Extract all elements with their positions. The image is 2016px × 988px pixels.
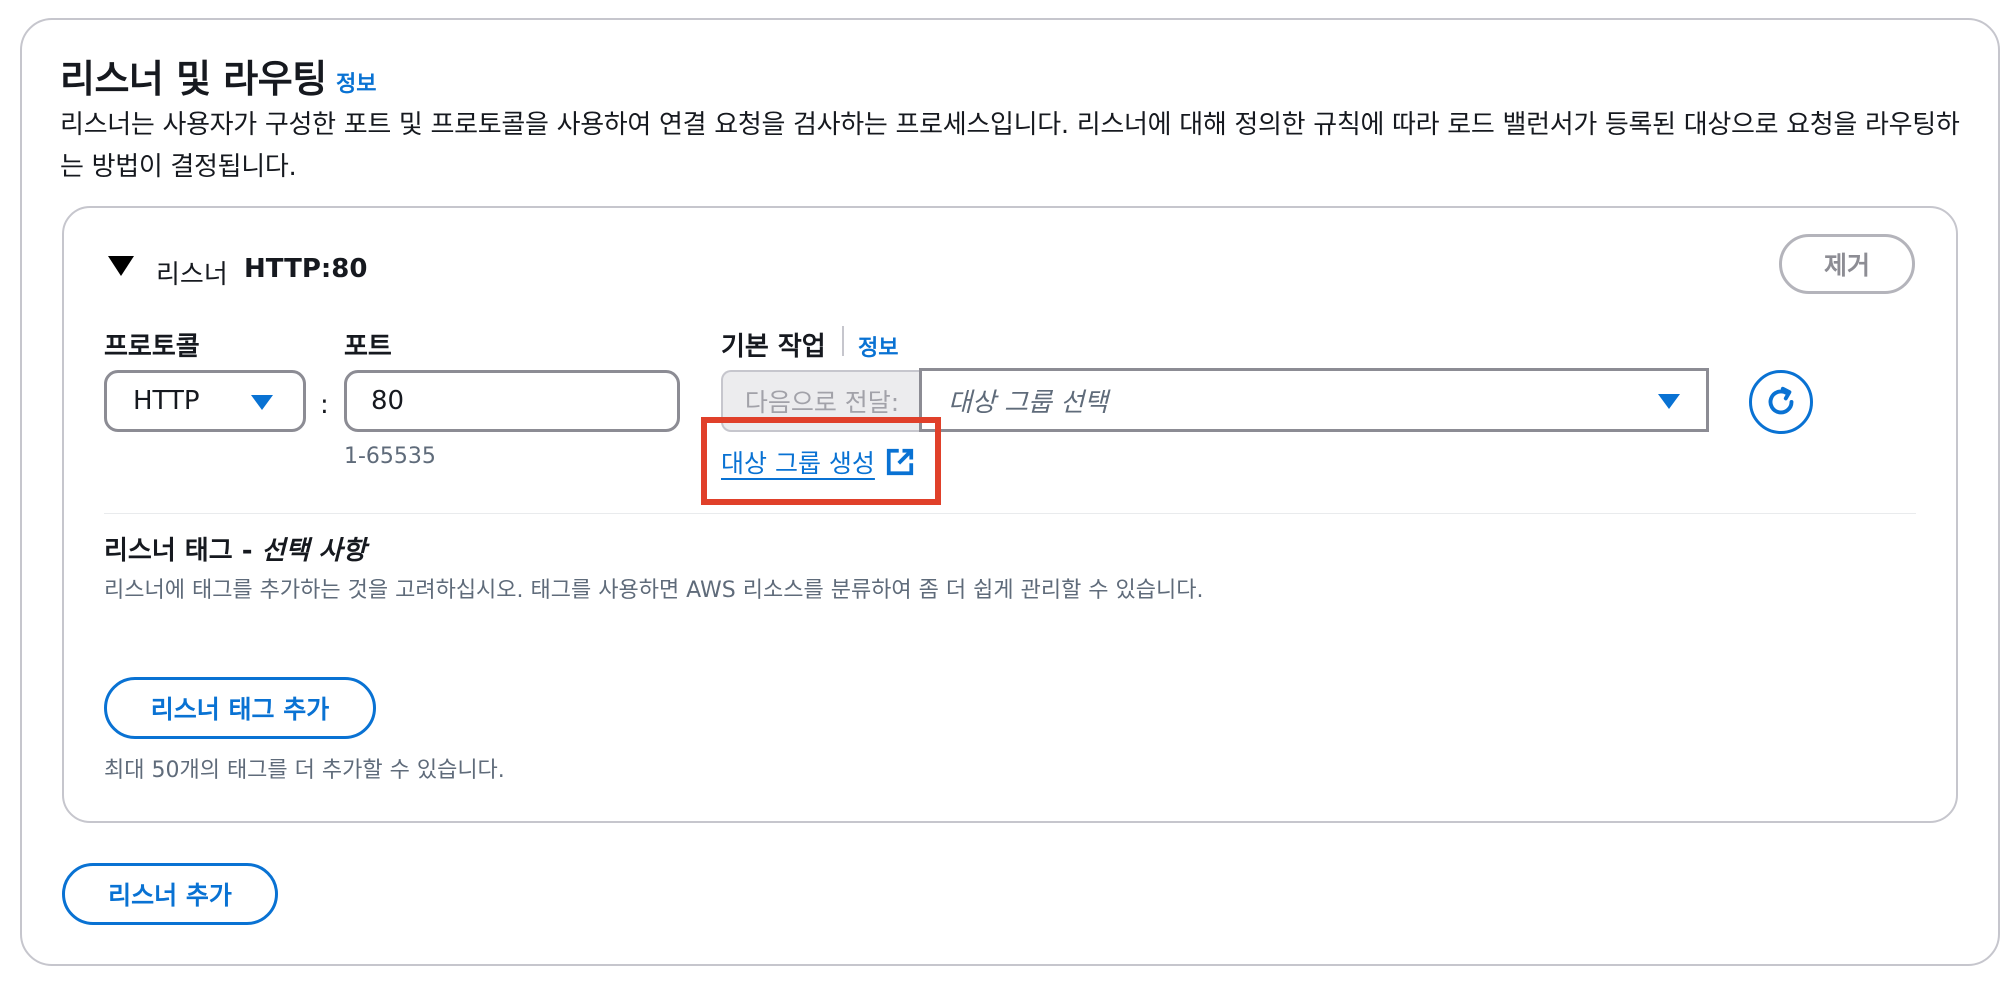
default-action-info-link[interactable]: 정보 xyxy=(858,330,898,362)
listener-tags-title: 리스너 태그 - 선택 사항 xyxy=(104,530,366,567)
section-info-link[interactable]: 정보 xyxy=(336,66,376,98)
separator-colon: : xyxy=(320,390,329,420)
card-divider xyxy=(104,513,1916,514)
add-listener-button[interactable]: 리스너 추가 xyxy=(62,863,278,925)
listener-label: 리스너 xyxy=(156,260,228,290)
section-description: 리스너는 사용자가 구성한 포트 및 프로토콜을 사용하여 연결 요청을 검사하… xyxy=(60,110,1960,182)
tags-optional-text: 선택 사항 xyxy=(261,536,367,566)
section-title: 리스너 및 라우팅 xyxy=(60,57,327,101)
port-label: 포트 xyxy=(344,332,392,362)
refresh-icon xyxy=(1768,386,1794,415)
protocol-select[interactable]: HTTP xyxy=(104,370,306,432)
port-input[interactable] xyxy=(344,370,680,432)
protocol-value: HTTP xyxy=(133,386,200,416)
target-group-select[interactable]: 대상 그룹 선택 xyxy=(919,368,1709,432)
target-group-placeholder: 대상 그룹 선택 xyxy=(948,387,1109,418)
triangle-down-icon xyxy=(1658,394,1680,409)
listener-name: HTTP:80 xyxy=(244,254,368,284)
highlight-annotation xyxy=(701,417,941,505)
port-range-hint: 1-65535 xyxy=(344,444,436,469)
tags-title-text: 리스너 태그 - xyxy=(104,536,262,566)
default-action-label: 기본 작업 xyxy=(721,332,826,362)
remove-button[interactable]: 제거 xyxy=(1779,234,1915,294)
triangle-down-icon xyxy=(251,395,273,410)
listener-tags-description: 리스너에 태그를 추가하는 것을 고려하십시오. 태그를 사용하면 AWS 리소… xyxy=(104,578,1204,603)
protocol-label: 프로토콜 xyxy=(104,332,200,362)
label-divider xyxy=(842,326,844,356)
tags-limit-hint: 최대 50개의 태그를 더 추가할 수 있습니다. xyxy=(104,758,505,783)
caret-down-icon[interactable] xyxy=(108,256,134,276)
add-listener-tag-button[interactable]: 리스너 태그 추가 xyxy=(104,677,376,739)
refresh-button[interactable] xyxy=(1749,370,1813,434)
